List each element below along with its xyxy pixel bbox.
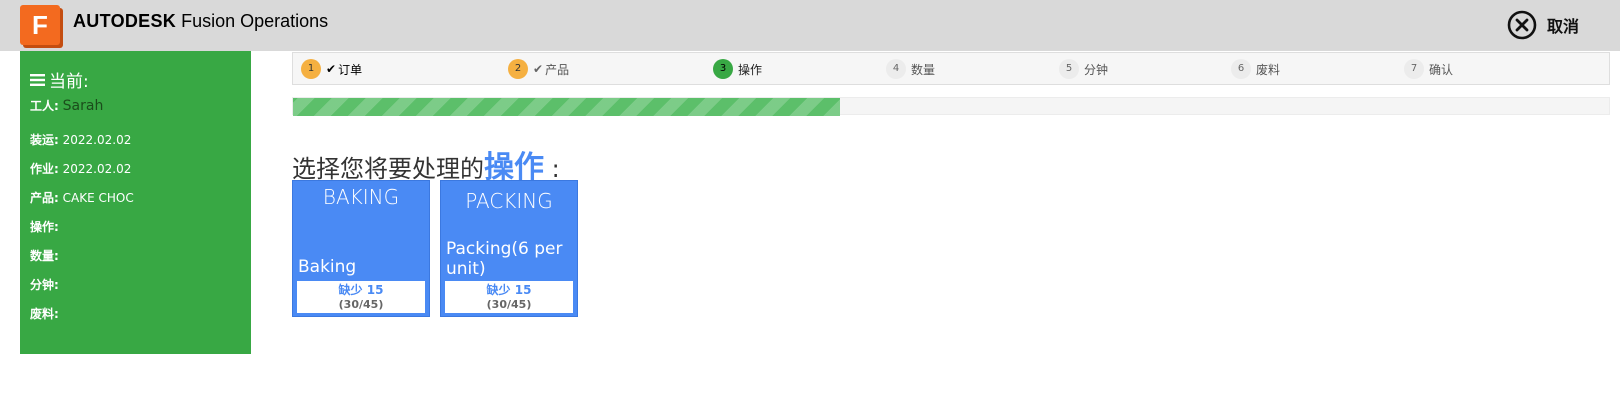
job-value: 2022.02.02 xyxy=(62,162,132,176)
step-quantity[interactable]: 4 数量 xyxy=(886,59,935,79)
operation-name: Baking xyxy=(298,257,357,277)
step-scrap[interactable]: 6 废料 xyxy=(1231,59,1280,79)
job-label: 作业: xyxy=(30,162,59,176)
quantity-row: 数量: xyxy=(30,247,59,264)
product-value: CAKE CHOC xyxy=(62,191,134,205)
fusion-logo: F xyxy=(20,5,60,45)
quantity-label: 数量: xyxy=(30,249,59,263)
step-label: 操作 xyxy=(738,62,763,77)
minutes-label: 分钟: xyxy=(30,278,59,292)
minutes-row: 分钟: xyxy=(30,276,59,293)
brand-rest: Fusion Operations xyxy=(176,11,329,31)
worker-row: 工人: Sarah xyxy=(30,97,103,114)
product-row: 产品: CAKE CHOC xyxy=(30,189,134,206)
step-label: 产品 xyxy=(545,62,570,77)
operation-code: PACKING xyxy=(465,189,553,213)
brand-title: AUTODESK Fusion Operations xyxy=(73,11,328,32)
step-operation[interactable]: 3 操作 xyxy=(713,59,762,79)
step-number: 7 xyxy=(1404,59,1424,79)
logo-letter: F xyxy=(32,10,48,40)
cancel-label: 取消 xyxy=(1547,17,1580,36)
operation-shortage: 缺少 15 xyxy=(338,283,384,297)
step-number: 2 xyxy=(508,59,528,79)
operation-code: BAKING xyxy=(322,185,400,209)
step-number: 4 xyxy=(886,59,906,79)
operation-fraction: (30/45) xyxy=(338,298,384,311)
scrap-label: 废料: xyxy=(30,307,59,321)
progress-bar xyxy=(292,97,1610,116)
step-confirm[interactable]: 7 确认 xyxy=(1404,59,1453,79)
step-label: 确认 xyxy=(1429,62,1454,77)
prompt-text: 选择您将要处理的 xyxy=(292,155,484,183)
operation-status: 缺少 15 (30/45) xyxy=(297,281,425,313)
operation-card-baking[interactable]: BAKING Baking 缺少 15 (30/45) xyxy=(292,180,430,317)
shipping-label: 装运: xyxy=(30,133,59,147)
operation-name: Packing(6 per unit) xyxy=(446,239,563,279)
operation-status: 缺少 15 (30/45) xyxy=(445,281,573,313)
menu-icon xyxy=(30,73,45,86)
panel-title-text: 当前: xyxy=(49,72,89,92)
product-label: 产品: xyxy=(30,191,59,205)
step-label: 数量 xyxy=(911,62,936,77)
step-number: 3 xyxy=(713,59,733,79)
step-label: 订单 xyxy=(338,62,363,77)
worker-value: Sarah xyxy=(62,98,104,114)
operation-shortage: 缺少 15 xyxy=(486,283,532,297)
scrap-row: 废料: xyxy=(30,305,59,322)
check-icon: ✔ xyxy=(533,62,544,76)
panel-title: 当前: xyxy=(30,67,89,92)
operation-card-packing[interactable]: PACKING Packing(6 per unit) 缺少 15 (30/45… xyxy=(440,180,578,317)
step-number: 6 xyxy=(1231,59,1251,79)
job-row: 作业: 2022.02.02 xyxy=(30,160,131,177)
app-header: F AUTODESK Fusion Operations 取消 xyxy=(0,0,1620,51)
shipping-row: 装运: 2022.02.02 xyxy=(30,131,131,148)
step-minutes[interactable]: 5 分钟 xyxy=(1059,59,1108,79)
operation-label: 操作: xyxy=(30,220,59,234)
step-label: 分钟 xyxy=(1084,62,1109,77)
check-icon: ✔ xyxy=(326,62,337,76)
shipping-value: 2022.02.02 xyxy=(62,133,132,147)
progress-fill xyxy=(293,98,841,116)
brand-bold: AUTODESK xyxy=(73,11,177,31)
step-order[interactable]: 1 ✔ 订单 xyxy=(301,59,362,79)
step-number: 1 xyxy=(301,59,321,79)
step-label: 废料 xyxy=(1256,62,1281,77)
close-circle-icon xyxy=(1507,10,1537,40)
worker-label: 工人: xyxy=(30,99,59,113)
wizard-steps: 1 ✔ 订单 2 ✔ 产品 3 操作 4 数量 5 分钟 6 废料 7 确认 xyxy=(292,52,1610,85)
operation-row: 操作: xyxy=(30,218,59,235)
cancel-button[interactable]: 取消 xyxy=(1507,9,1579,41)
prompt-colon: : xyxy=(544,155,560,183)
current-info-panel: 当前: 工人: Sarah 装运: 2022.02.02 作业: 2022.02… xyxy=(20,51,251,354)
operation-fraction: (30/45) xyxy=(486,298,532,311)
step-product[interactable]: 2 ✔ 产品 xyxy=(508,59,569,79)
step-number: 5 xyxy=(1059,59,1079,79)
